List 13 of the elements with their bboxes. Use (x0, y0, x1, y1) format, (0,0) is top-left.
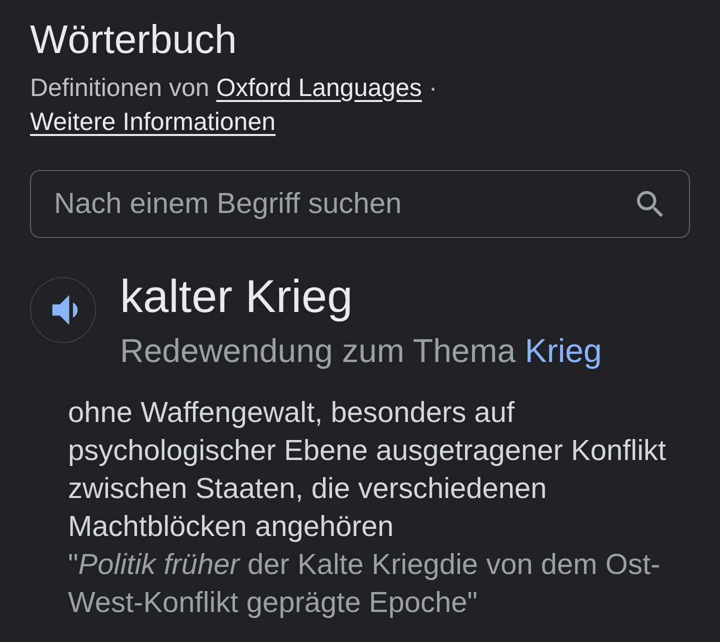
category-label: Redewendung zum Thema Krieg (120, 331, 602, 371)
headword: kalter Krieg (120, 270, 354, 322)
search-icon[interactable] (637, 191, 663, 217)
oxford-languages-link[interactable]: Oxford Languages (216, 74, 422, 102)
speaker-button[interactable] (30, 277, 96, 343)
topic-link[interactable]: Krieg (524, 332, 602, 369)
example-sentence: "Politik früher der Kalte Kriegdie von dem Ost-West-Konflikt geprägte Epoche" (68, 548, 662, 621)
speaker-icon (52, 295, 78, 325)
more-info-link[interactable]: Weitere Informationen (30, 108, 276, 136)
dictionary-title: Wörterbuch (30, 17, 238, 64)
definition-text: ohne Waffengewalt, besonders auf psychologischer Ebene ausgetragener Konflikt zwischen Staaten, die verschiedenen Machtblöcken angehören (68, 396, 668, 545)
search-field[interactable]: Nach einem Begriff suchen (30, 170, 690, 238)
source-note: Definitionen von Oxford Languages · Weitere Informationen (30, 73, 438, 138)
